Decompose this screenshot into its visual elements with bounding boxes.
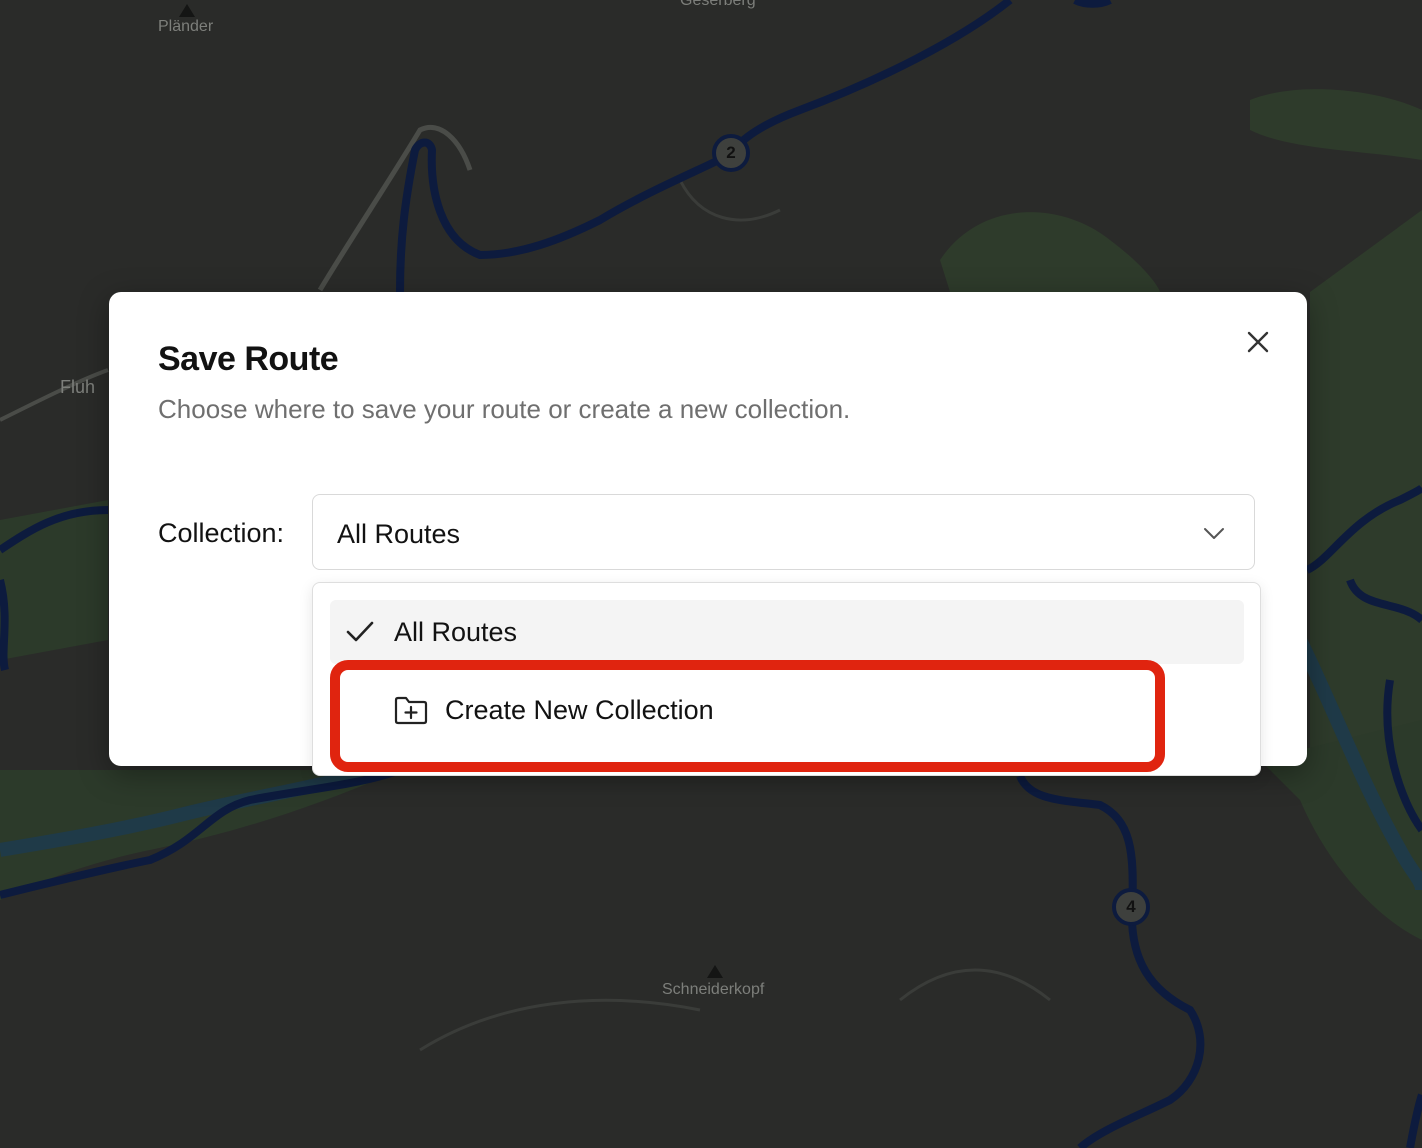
place-label-plander: Pländer	[158, 18, 214, 35]
route-line	[1073, 0, 1112, 8]
collection-dropdown-menu: All Routes Create New Collection	[312, 582, 1261, 776]
close-button[interactable]	[1240, 324, 1276, 360]
place-label-fluh: Fluh	[60, 377, 96, 397]
close-icon	[1247, 331, 1269, 353]
dropdown-option-label: Create New Collection	[445, 695, 714, 725]
app-viewport: Pländer Geserberg Fluh Schneiderkopf 2 4…	[0, 0, 1422, 1148]
collection-select-value: All Routes	[337, 519, 461, 549]
collection-select[interactable]: All Routes	[312, 494, 1255, 570]
place-label-schneiderkopf: Schneiderkopf	[662, 981, 765, 998]
dialog-description: Choose where to save your route or creat…	[158, 394, 851, 424]
mountain-peak-icon	[707, 965, 723, 978]
forest-area	[1310, 210, 1422, 760]
dropdown-option-create-new-collection[interactable]: Create New Collection	[330, 673, 1244, 753]
chevron-down-icon	[1204, 528, 1224, 539]
place-label-geserberg: Geserberg	[680, 0, 756, 9]
route-shield: 4	[1112, 888, 1150, 926]
dropdown-option-all-routes[interactable]: All Routes	[330, 600, 1244, 664]
route-line	[0, 579, 9, 671]
dialog-title: Save Route	[158, 340, 339, 378]
folder-plus-icon	[394, 696, 428, 725]
collection-label: Collection:	[158, 518, 285, 548]
route-shield: 2	[712, 134, 750, 172]
dropdown-option-label: All Routes	[394, 617, 518, 647]
check-icon	[346, 621, 374, 642]
mountain-peak-icon	[179, 4, 195, 17]
